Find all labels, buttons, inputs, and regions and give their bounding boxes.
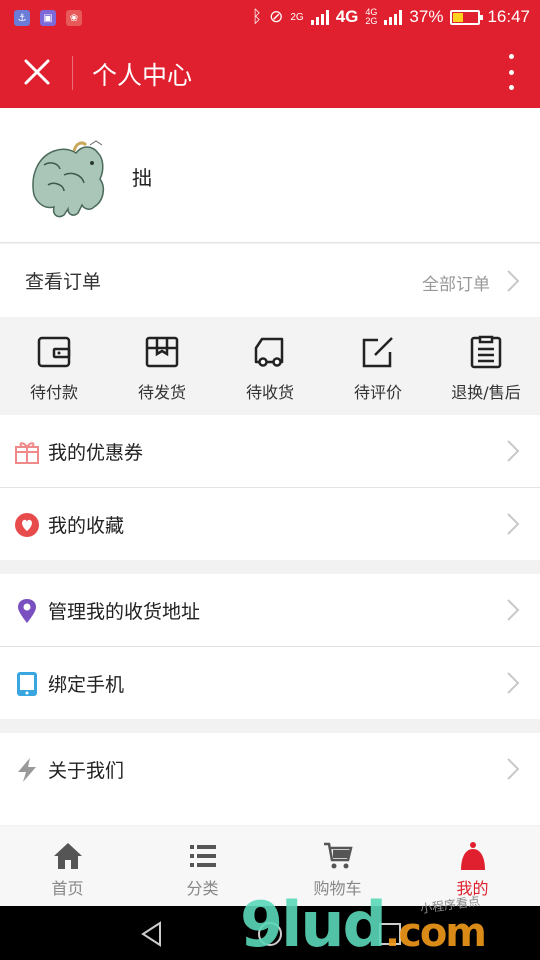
chevron-right-icon (507, 599, 520, 621)
order-status-label: 待付款 (29, 383, 78, 402)
battery-icon (450, 9, 484, 25)
heart-icon (15, 513, 39, 537)
bluetooth-icon: ᛒ (251, 7, 263, 26)
view-orders-row[interactable]: 查看订单 全部订单 (0, 244, 540, 317)
phone-icon (17, 672, 37, 696)
network-second-sub-label: 2G (365, 16, 378, 26)
close-icon[interactable] (18, 53, 56, 91)
cart-icon (323, 842, 353, 869)
network-second-stack: 4G 2G (365, 8, 377, 26)
home-icon (53, 843, 82, 869)
huawei-icon: ❀ (66, 10, 82, 26)
chevron-right-icon (507, 758, 520, 780)
page-title: 个人中心 (92, 61, 193, 90)
avatar[interactable] (24, 135, 112, 221)
menu-item-about[interactable]: 关于我们 (0, 733, 540, 825)
tab-label: 首页 (51, 879, 84, 898)
chevron-right-icon (507, 440, 520, 462)
mute-icon: ⊘ (269, 7, 284, 26)
menu-item-address[interactable]: 管理我的收货地址 (0, 574, 540, 646)
tab-label: 分类 (186, 879, 219, 898)
chevron-right-icon (507, 672, 520, 694)
order-status-label: 待评价 (353, 383, 402, 402)
clipboard-icon (470, 335, 502, 369)
battery-fill (453, 12, 464, 22)
order-status-pending-payment[interactable]: 待付款 (0, 318, 108, 414)
menu-item-label: 我的收藏 (48, 515, 125, 537)
menu-item-label: 我的优惠券 (48, 442, 144, 464)
order-status-bar: 待付款 待发货 待收货 待评价 退换/售后 (0, 318, 540, 414)
wallet-icon (37, 336, 71, 368)
gallery-icon: ▣ (40, 10, 56, 26)
menu-item-favorites[interactable]: 我的收藏 (0, 488, 540, 560)
location-icon (18, 599, 36, 623)
order-status-pending-shipment[interactable]: 待发货 (108, 318, 216, 414)
username[interactable]: 拙 (132, 162, 152, 191)
battery-percent: 37% (409, 7, 444, 26)
order-status-after-sale[interactable]: 退换/售后 (432, 318, 540, 414)
menu-item-bind-phone[interactable]: 绑定手机 (0, 647, 540, 719)
menu-item-coupons[interactable]: 我的优惠券 (0, 415, 540, 487)
menu-item-label: 关于我们 (48, 760, 125, 782)
box-icon (145, 336, 179, 368)
clock: 16:47 (487, 7, 530, 26)
notification-icons: ⚓ ▣ ❀ (14, 10, 82, 26)
system-status: ᛒ ⊘ 2G 4G 4G 2G 37% 16:47 (252, 7, 530, 27)
chevron-right-icon (507, 513, 520, 535)
signal-icon-2 (384, 9, 403, 25)
header-divider (72, 56, 73, 90)
menu-item-label: 管理我的收货地址 (48, 601, 201, 623)
profile-section: 拙 (0, 108, 540, 243)
order-status-pending-review[interactable]: 待评价 (324, 318, 432, 414)
watermark-suffix: .com (384, 910, 487, 956)
status-bar: ⚓ ▣ ❀ ᛒ ⊘ 2G 4G 4G 2G 37% 16:47 (0, 0, 540, 36)
user-icon (460, 842, 485, 870)
order-status-pending-receipt[interactable]: 待收货 (216, 318, 324, 414)
tab-home[interactable]: 首页 (0, 826, 135, 906)
usb-icon: ⚓ (14, 10, 30, 26)
list-icon (189, 845, 216, 867)
app-header: 个人中心 (0, 36, 540, 108)
orders-title: 查看订单 (25, 271, 102, 293)
order-status-label: 退换/售后 (451, 383, 521, 402)
lightning-icon (18, 758, 36, 782)
truck-icon (254, 337, 284, 367)
order-status-label: 待收货 (245, 383, 294, 402)
network-top-label: 2G (290, 11, 304, 23)
network-main-label: 4G (335, 7, 359, 26)
more-menu-icon[interactable] (504, 54, 518, 90)
back-icon[interactable] (138, 920, 166, 948)
menu-item-label: 绑定手机 (48, 674, 125, 696)
watermark-main: 9lud (240, 888, 387, 960)
gift-icon (15, 442, 39, 464)
signal-icon (310, 9, 329, 25)
all-orders-link[interactable]: 全部订单 (422, 270, 490, 295)
order-status-label: 待发货 (137, 383, 186, 402)
edit-icon (362, 337, 393, 368)
chevron-right-icon (507, 270, 520, 292)
